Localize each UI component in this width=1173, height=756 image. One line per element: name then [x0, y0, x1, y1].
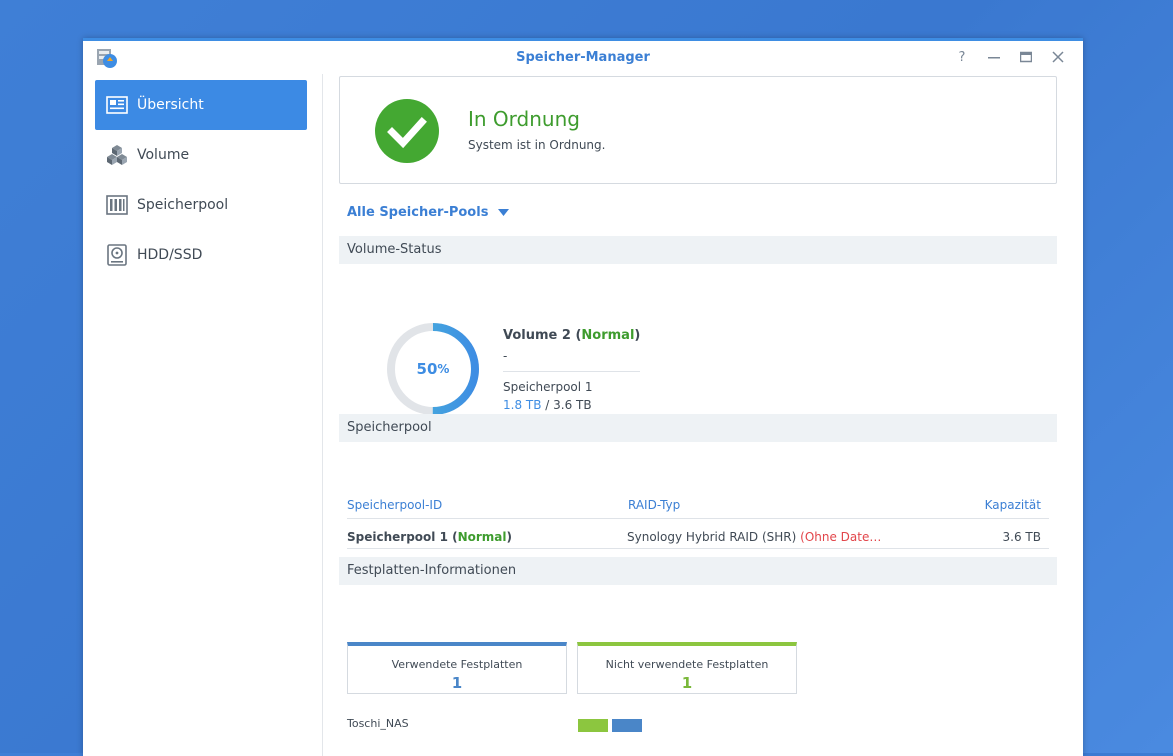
storage-manager-window: Speicher-Manager ? Übersicht Volume Spei…	[83, 38, 1083, 756]
main-content: In Ordnung System ist in Ordnung. Alle S…	[339, 74, 1057, 756]
used-disks-count: 1	[451, 674, 463, 692]
used-disks-label: Verwendete Festplatten	[391, 658, 523, 671]
volume-description: -	[503, 349, 508, 363]
window-title: Speicher-Manager	[516, 50, 650, 65]
sidebar-item-hdd-ssd[interactable]: HDD/SSD	[95, 230, 307, 280]
status-title: In Ordnung	[468, 107, 580, 131]
check-circle-icon	[375, 99, 439, 163]
raid-type: Synology Hybrid RAID (SHR)	[627, 530, 797, 544]
volume-total: 3.6 TB	[553, 398, 592, 412]
table-row-raid: Synology Hybrid RAID (SHR) (Ohne Date…	[627, 530, 881, 544]
overview-icon	[105, 93, 129, 117]
sidebar: Übersicht Volume Speicherpool HDD/SSD	[83, 74, 323, 756]
disk-info-header: Festplatten-Informationen	[339, 557, 1057, 585]
disk-slot-used[interactable]	[612, 719, 642, 732]
sidebar-item-label: Speicherpool	[137, 197, 229, 213]
minimize-icon[interactable]	[985, 48, 1003, 66]
volume-used: 1.8 TB	[503, 398, 542, 412]
table-row-pool-name[interactable]: Speicherpool 1 (Normal)	[347, 530, 512, 544]
capacity-separator: /	[541, 398, 554, 412]
chevron-down-icon	[498, 209, 510, 216]
volume-name-text: Volume 2	[503, 328, 571, 343]
usage-number: 50	[416, 360, 438, 378]
used-disks-card[interactable]: Verwendete Festplatten 1	[347, 642, 567, 694]
volume-capacity: 1.8 TB / 3.6 TB	[503, 398, 592, 412]
divider	[347, 518, 1049, 519]
disk-slot-unused[interactable]	[578, 719, 608, 732]
close-icon[interactable]	[1049, 48, 1067, 66]
volume-status-header: Volume-Status	[339, 236, 1057, 264]
column-header-raid-type[interactable]: RAID-Typ	[628, 498, 680, 512]
sidebar-item-overview[interactable]: Übersicht	[95, 80, 307, 130]
storage-pool-header: Speicherpool	[339, 414, 1057, 442]
sidebar-item-label: Volume	[137, 147, 190, 163]
usage-unit: %	[437, 362, 450, 376]
unused-disks-label: Nicht verwendete Festplatten	[605, 658, 769, 671]
help-icon[interactable]: ?	[953, 48, 971, 66]
title-bar[interactable]: Speicher-Manager ?	[83, 41, 1083, 74]
volume-name[interactable]: Volume 2 (Normal)	[503, 328, 640, 343]
sidebar-item-volume[interactable]: Volume	[95, 130, 307, 180]
volume-pool: Speicherpool 1	[503, 380, 593, 394]
usage-percent-label: 50%	[384, 320, 482, 418]
pool-selector-dropdown[interactable]: Alle Speicher-Pools	[347, 205, 510, 220]
cubes-icon	[105, 143, 129, 167]
raid-note: (Ohne Date…	[800, 530, 882, 544]
maximize-icon[interactable]	[1017, 48, 1035, 66]
unused-disks-card[interactable]: Nicht verwendete Festplatten 1	[577, 642, 797, 694]
volume-state: Normal	[581, 328, 635, 343]
nas-name: Toschi_NAS	[347, 717, 409, 730]
column-header-pool-id[interactable]: Speicherpool-ID	[347, 498, 442, 512]
column-header-capacity[interactable]: Kapazität	[985, 498, 1041, 512]
sidebar-item-label: HDD/SSD	[137, 247, 203, 263]
storage-pool-icon	[105, 193, 129, 217]
divider	[347, 548, 1049, 549]
sidebar-item-storage-pool[interactable]: Speicherpool	[95, 180, 307, 230]
pool-state: Normal	[457, 530, 507, 544]
divider	[503, 371, 640, 372]
sidebar-item-label: Übersicht	[137, 97, 204, 113]
status-subtitle: System ist in Ordnung.	[468, 138, 606, 152]
unused-disks-count: 1	[681, 674, 693, 692]
status-panel: In Ordnung System ist in Ordnung.	[339, 76, 1057, 184]
table-row-capacity: 3.6 TB	[1002, 530, 1041, 544]
pool-name: Speicherpool 1	[347, 530, 448, 544]
hdd-icon	[105, 243, 129, 267]
pool-selector-label: Alle Speicher-Pools	[347, 205, 489, 220]
